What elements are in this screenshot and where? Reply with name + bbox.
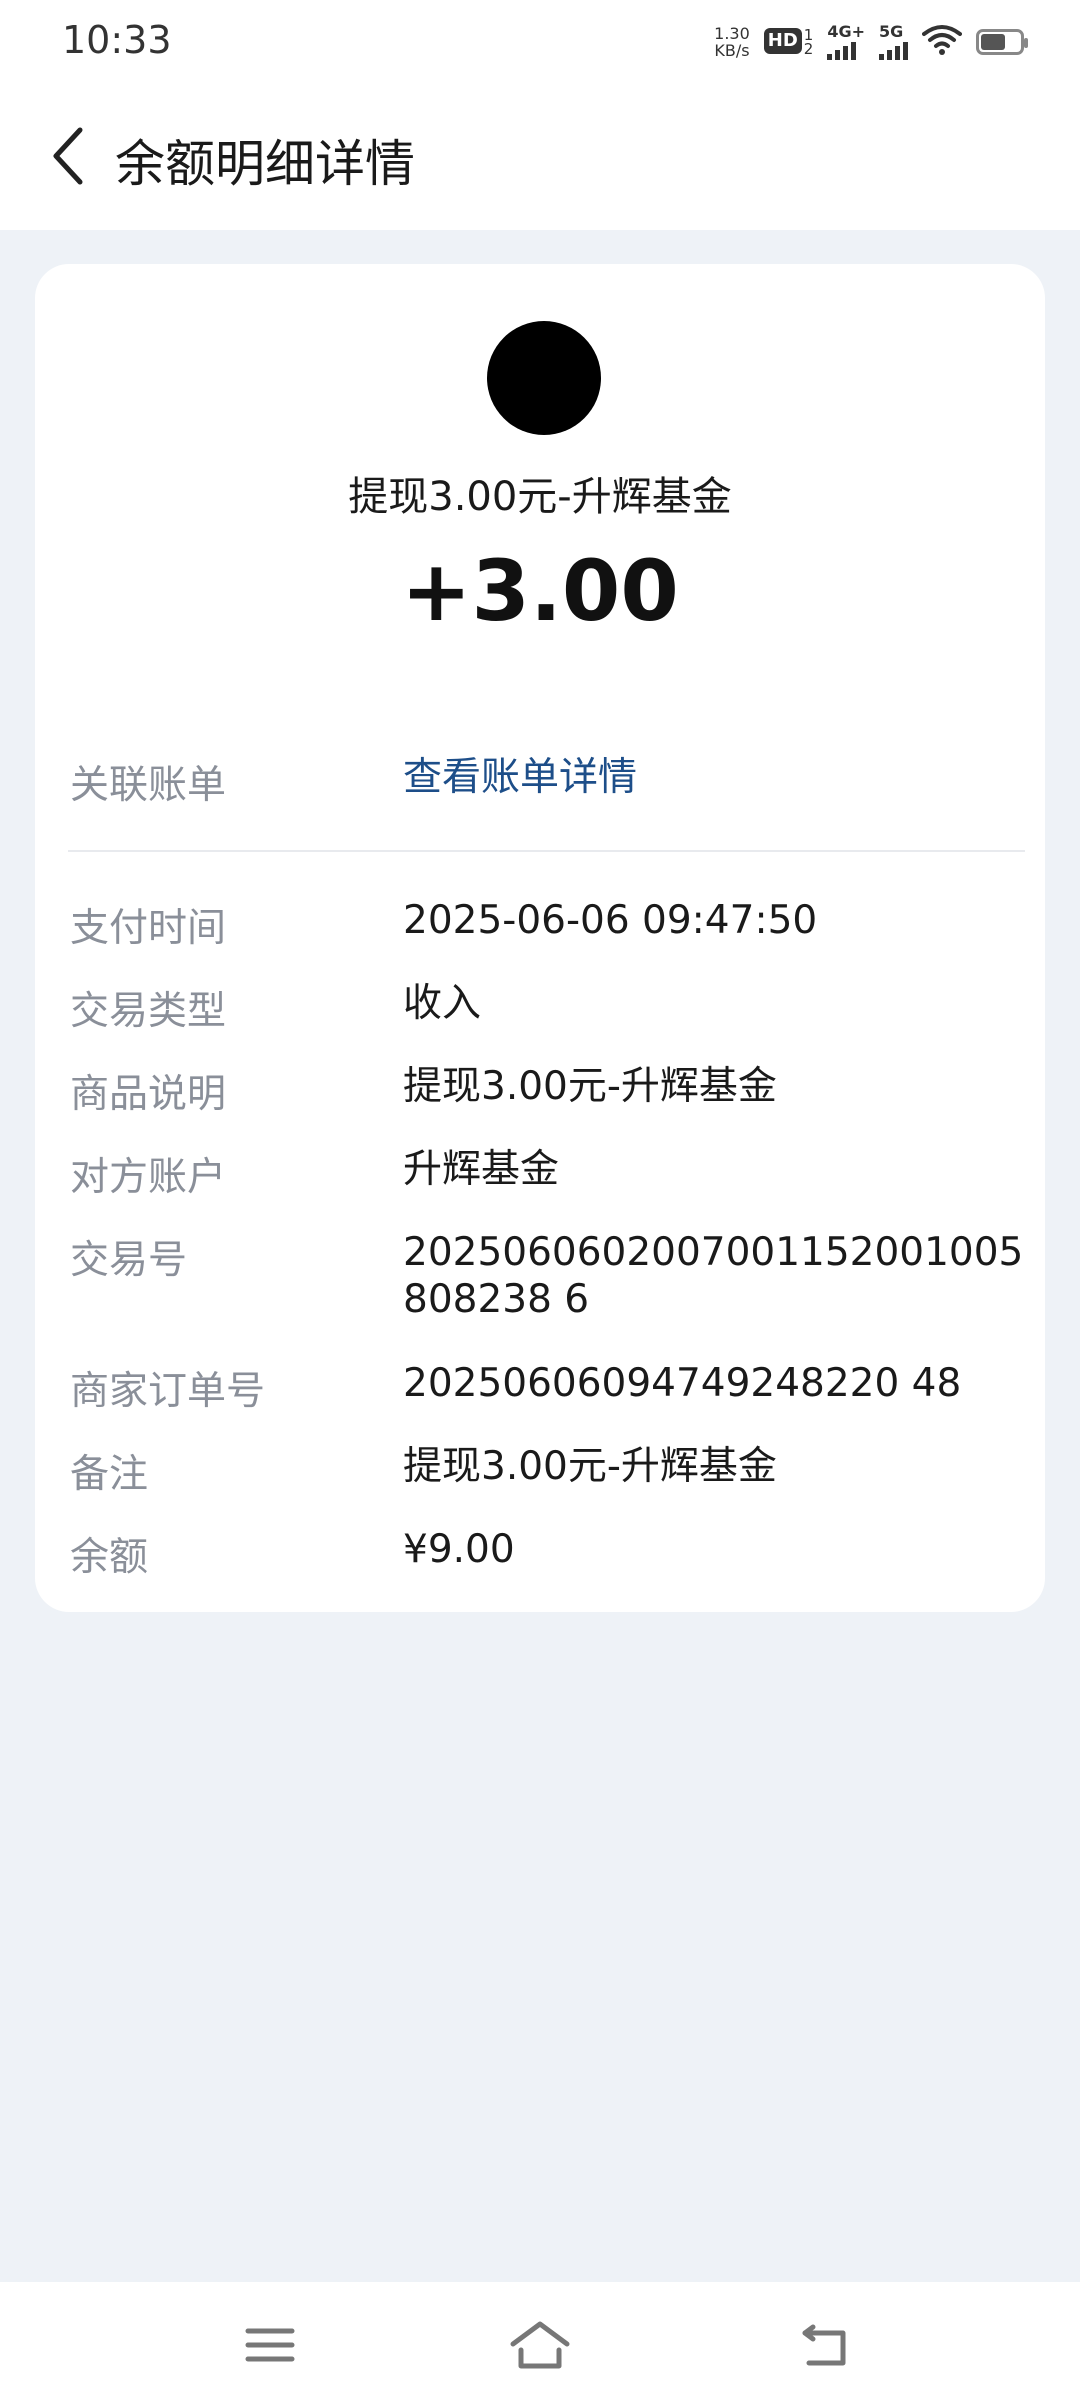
transaction-detail-card: 提现3.00元-升辉基金 +3.00 关联账单 查看账单详情 支付时间 2025… — [35, 264, 1045, 1612]
transaction-title: 提现3.00元-升辉基金 — [348, 474, 732, 520]
page-title: 余额明细详情 — [115, 135, 415, 193]
hd-label: HD — [763, 28, 802, 54]
detail-value: 2025060602007001152001005808238 6 — [403, 1230, 1024, 1322]
chevron-left-icon — [53, 127, 83, 185]
network-speed: 1.30 KB/s — [714, 25, 750, 59]
detail-label: 商家订单号 — [70, 1369, 266, 1414]
menu-icon — [245, 2328, 295, 2362]
back-button[interactable] — [28, 116, 108, 196]
detail-label: 余额 — [70, 1535, 149, 1580]
cellular-signal-5g-icon: 5G — [879, 24, 908, 60]
cellular-signal-4g-icon: 4G+ — [827, 24, 865, 60]
detail-value: 提现3.00元-升辉基金 — [403, 1444, 777, 1489]
status-time: 10:33 — [62, 18, 172, 62]
menu-button[interactable] — [230, 2310, 310, 2380]
detail-label: 备注 — [70, 1452, 149, 1497]
home-button[interactable] — [500, 2310, 580, 2380]
detail-label: 对方账户 — [70, 1155, 227, 1200]
system-nav-bar — [0, 2282, 1080, 2408]
network-speed-value: 1.30 — [714, 24, 750, 43]
detail-value: 提现3.00元-升辉基金 — [403, 1064, 777, 1109]
detail-label: 支付时间 — [70, 906, 227, 951]
detail-value: ¥9.00 — [403, 1527, 515, 1572]
detail-label: 交易类型 — [70, 989, 227, 1034]
hd-icon: HD 1 2 — [763, 28, 814, 58]
hd-sub-bottom: 2 — [803, 40, 814, 58]
battery-icon — [976, 29, 1028, 55]
network-speed-unit: KB/s — [714, 41, 750, 60]
detail-value: 收入 — [403, 981, 482, 1026]
signal-4g-label: 4G+ — [827, 22, 865, 41]
back-arrow-icon — [802, 2324, 846, 2366]
transaction-amount: +3.00 — [401, 542, 679, 640]
linked-bill-label: 关联账单 — [70, 763, 227, 808]
detail-value: 升辉基金 — [403, 1147, 560, 1192]
divider — [68, 850, 1025, 852]
detail-label: 交易号 — [70, 1238, 188, 1283]
header: 余额明细详情 — [0, 86, 1080, 230]
home-icon — [510, 2321, 570, 2369]
detail-value: 20250606094749248220 48 — [403, 1361, 962, 1406]
detail-value: 2025-06-06 09:47:50 — [403, 898, 818, 943]
detail-label: 商品说明 — [70, 1072, 227, 1117]
status-bar: 10:33 1.30 KB/s HD 1 2 4G+ 5G — [0, 0, 1080, 86]
signal-5g-label: 5G — [879, 22, 904, 41]
back-nav-button[interactable] — [786, 2310, 866, 2380]
view-bill-details-link[interactable]: 查看账单详情 — [403, 754, 1043, 801]
status-icons: 1.30 KB/s HD 1 2 4G+ 5G — [714, 22, 1028, 62]
merchant-avatar — [487, 321, 601, 435]
hd-sub: 1 2 — [803, 28, 814, 58]
wifi-icon — [922, 24, 962, 60]
